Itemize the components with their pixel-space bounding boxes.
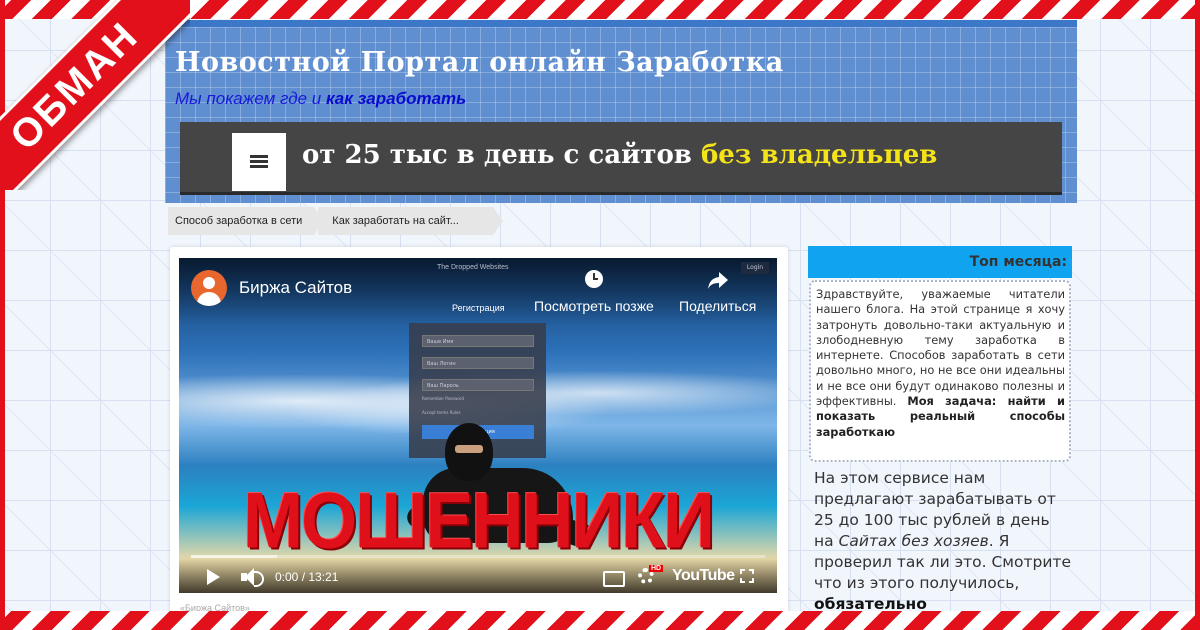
menu-headline-text: от 25 тыс в день с сайтов xyxy=(302,140,692,170)
thumbnail-field-login: Ваш Логин xyxy=(422,357,534,369)
site-header: Новостной Портал онлайн Заработка Мы пок… xyxy=(165,20,1077,203)
share-button[interactable]: Поделиться xyxy=(679,270,756,314)
thumbnail-terms-text: Accept terms Rules xyxy=(422,410,461,415)
menu-headline: от 25 тыс в день с сайтов без владельцев xyxy=(302,140,937,170)
sidebar-article-text: На этом сервисе нам предлагают зарабатыв… xyxy=(814,468,1072,615)
thumbnail-field-password: Ваш Пароль xyxy=(422,379,534,391)
hazard-frame-right xyxy=(1195,0,1200,630)
watch-later-label: Посмотреть позже xyxy=(534,298,654,314)
share-label: Поделиться xyxy=(679,298,757,314)
sidebar-intro-box: Здравствуйте, уважаемые читатели нашего … xyxy=(809,280,1071,462)
thumbnail-overlay-text: МОШЕННИКИ xyxy=(243,477,715,565)
youtube-logo[interactable]: YouTube xyxy=(672,567,735,585)
site-title[interactable]: Новостной Портал онлайн Заработка xyxy=(175,47,784,78)
watch-later-button[interactable]: Посмотреть позже xyxy=(534,270,654,314)
hazard-frame-bottom xyxy=(0,611,1200,630)
hamburger-icon xyxy=(250,155,268,169)
hd-badge: HD xyxy=(649,565,664,572)
share-arrow-icon xyxy=(679,270,756,292)
video-player[interactable]: The Dropped Websites Login Биржа Сайтов … xyxy=(179,258,777,593)
sidebar-header: Топ месяца: xyxy=(808,246,1072,278)
thumbnail-registration-label: Регистрация xyxy=(452,303,505,313)
post-card: The Dropped Websites Login Биржа Сайтов … xyxy=(170,247,788,627)
breadcrumb: Способ заработка в сети Как заработать н… xyxy=(168,207,503,235)
clock-icon xyxy=(534,270,654,292)
sidebar-text-italic: Сайтах без хозяев xyxy=(838,532,989,550)
warning-ribbon-label: ОБМАН xyxy=(0,0,190,190)
thumbnail-field-name: Ваше Имя xyxy=(422,335,534,347)
tagline-emphasis: как заработать xyxy=(325,89,467,108)
channel-avatar-icon[interactable] xyxy=(191,270,227,306)
tagline-text: Мы покажем где и xyxy=(175,89,322,108)
thumbnail-site-title: The Dropped Websites xyxy=(437,264,509,271)
breadcrumb-item-category[interactable]: Способ заработка в сети xyxy=(168,207,325,235)
main-menu-bar: от 25 тыс в день с сайтов без владельцев xyxy=(180,122,1062,195)
sidebar-intro-text: Здравствуйте, уважаемые читатели нашего … xyxy=(816,287,1065,409)
warning-ribbon: ОБМАН xyxy=(0,0,190,190)
thumbnail-remember-text: Remember Password xyxy=(422,396,464,401)
menu-headline-highlight: без владельцев xyxy=(700,140,938,170)
play-icon[interactable] xyxy=(207,569,220,585)
subtitles-icon[interactable] xyxy=(603,571,625,587)
video-channel-name[interactable]: Биржа Сайтов xyxy=(239,278,352,298)
volume-icon[interactable] xyxy=(241,567,264,587)
site-tagline: Мы покажем где и как заработать xyxy=(175,89,466,109)
breadcrumb-item-current[interactable]: Как заработать на сайт... xyxy=(318,207,503,235)
menu-toggle-button[interactable] xyxy=(232,133,286,191)
fullscreen-icon[interactable] xyxy=(740,569,754,583)
video-controls: 0:00 / 13:21 HD YouTube xyxy=(179,558,777,593)
video-time-display: 0:00 / 13:21 xyxy=(275,570,339,584)
